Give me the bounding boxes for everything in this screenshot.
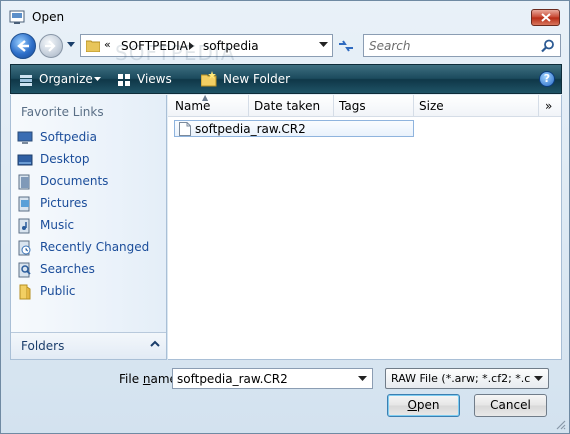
public-folder-icon	[19, 284, 31, 300]
close-button[interactable]	[531, 9, 560, 26]
favorite-link-label: Documents	[40, 174, 109, 188]
favorite-link-searches[interactable]: Searches	[15, 259, 165, 281]
file-name-input[interactable]	[177, 371, 352, 386]
search-input[interactable]	[369, 38, 529, 54]
chevron-up-icon[interactable]	[150, 340, 160, 347]
forward-button[interactable]	[39, 34, 63, 58]
file-type-value: RAW File (*.arw; *.cf2; *.cr2;	[391, 372, 531, 385]
column-divider[interactable]	[413, 95, 414, 117]
cancel-button[interactable]: Cancel	[474, 394, 547, 417]
searches-icon	[18, 262, 31, 278]
softpedia-watermark: SOFTPEDIA	[115, 41, 236, 65]
favorite-link-music[interactable]: Music	[15, 215, 165, 237]
folders-toggle[interactable]: Folders	[11, 332, 166, 359]
back-button[interactable]	[10, 33, 36, 59]
favorite-link-label: Desktop	[40, 152, 90, 166]
help-icon[interactable]: ?	[539, 71, 555, 87]
search-box[interactable]	[363, 34, 561, 57]
favorite-link-public[interactable]: Public	[15, 281, 165, 303]
refresh-icon	[339, 39, 353, 52]
recent-pages-dropdown-icon[interactable]	[67, 42, 75, 47]
window-title: Open	[32, 10, 65, 24]
column-divider[interactable]	[333, 95, 334, 117]
close-icon	[540, 13, 551, 22]
favorite-link-label: Softpedia	[40, 130, 97, 144]
refresh-button[interactable]	[335, 36, 357, 55]
chevron-down-icon[interactable]	[534, 376, 543, 381]
favorite-link-label: Searches	[40, 262, 95, 276]
favorite-link-recently-changed[interactable]: Recently Changed	[15, 237, 165, 259]
favorite-link-softpedia[interactable]: Softpedia	[15, 127, 165, 149]
new-folder-icon	[201, 71, 217, 87]
favorite-link-label: Recently Changed	[40, 240, 150, 254]
arrow-left-icon	[17, 40, 29, 52]
favorite-link-label: Music	[40, 218, 75, 232]
open-button[interactable]: Open	[387, 394, 460, 417]
file-icon	[179, 122, 191, 136]
pictures-icon	[18, 196, 30, 212]
documents-icon	[18, 174, 30, 190]
favorite-link-label: Public	[40, 284, 76, 298]
search-icon[interactable]	[541, 39, 555, 53]
file-name-combobox[interactable]	[172, 368, 373, 389]
organize-icon	[20, 75, 32, 86]
column-divider[interactable]	[538, 95, 539, 117]
favorite-link-label: Pictures	[40, 196, 88, 210]
favorite-link-documents[interactable]: Documents	[15, 171, 165, 193]
organize-button[interactable]: Organize	[39, 72, 93, 86]
file-name: softpedia_raw.CR2	[195, 122, 306, 136]
chevron-down-icon[interactable]	[319, 42, 328, 47]
favorite-links-list: Softpedia Desktop Documents Pictures Mus…	[15, 127, 165, 303]
column-header-tags[interactable]: Tags	[339, 99, 366, 113]
computer-icon	[17, 131, 33, 144]
title-bar[interactable]: Open	[1, 1, 569, 32]
chevron-down-icon[interactable]	[358, 376, 367, 381]
new-folder-button[interactable]: New Folder	[223, 72, 290, 86]
resize-grip-icon[interactable]	[555, 419, 566, 430]
folders-label: Folders	[21, 339, 65, 353]
open-dialog: Open « SOFTPEDIA softpedia Search Organi…	[0, 0, 570, 434]
column-header-date-taken[interactable]: Date taken	[254, 99, 320, 113]
column-divider[interactable]	[248, 95, 249, 117]
column-header-size[interactable]: Size	[419, 99, 444, 113]
file-type-select[interactable]: RAW File (*.arw; *.cf2; *.cr2;	[385, 368, 549, 389]
address-overflow[interactable]: «	[104, 38, 111, 51]
favorite-links-heading: Favorite Links	[21, 105, 104, 119]
navigation-pane: Favorite Links Softpedia Desktop Documen…	[10, 95, 167, 360]
music-icon	[18, 218, 30, 234]
command-toolbar: Organize Views New Folder ?	[10, 64, 562, 94]
column-header-row: Name ▲ Date taken Tags Size »	[168, 93, 561, 117]
favorite-link-pictures[interactable]: Pictures	[15, 193, 165, 215]
folder-icon	[86, 40, 100, 52]
sort-ascending-icon: ▲	[202, 93, 209, 102]
file-row[interactable]: softpedia_raw.CR2	[174, 120, 414, 137]
more-columns-button[interactable]: »	[545, 99, 552, 113]
dialog-icon	[9, 10, 25, 24]
arrow-right-icon	[45, 40, 56, 52]
views-icon	[118, 74, 130, 86]
file-list[interactable]: Name ▲ Date taken Tags Size » softpedia_…	[168, 93, 562, 360]
desktop-icon	[17, 154, 33, 166]
favorite-link-desktop[interactable]: Desktop	[15, 149, 165, 171]
chevron-down-icon[interactable]	[94, 77, 101, 81]
views-button[interactable]: Views	[137, 72, 172, 86]
recent-icon	[18, 240, 31, 256]
